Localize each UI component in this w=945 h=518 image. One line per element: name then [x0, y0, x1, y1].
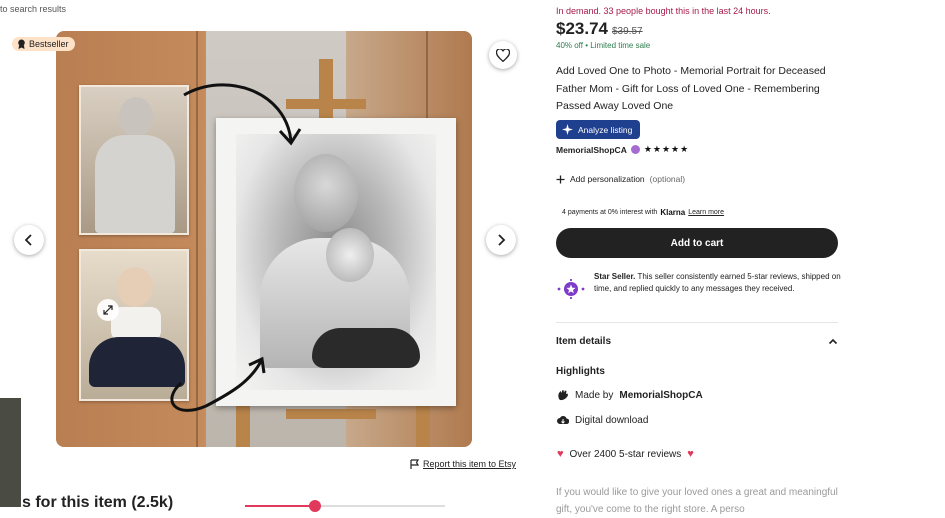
add-to-cart-button[interactable]: Add to cart — [556, 228, 838, 258]
previous-image-button[interactable] — [14, 225, 44, 255]
star-seller-icon — [557, 279, 585, 299]
next-image-button[interactable] — [486, 225, 516, 255]
personalization-optional: (optional) — [649, 174, 686, 184]
analyze-listing-label: Analyze listing — [578, 124, 633, 135]
klarna-logo: Klarna — [660, 208, 686, 217]
demand-notice: In demand. 33 people bought this in the … — [556, 6, 771, 16]
main-product-image[interactable] — [56, 31, 472, 447]
plus-icon — [556, 175, 565, 183]
klarna-learn-more-link[interactable]: Learn more — [688, 209, 724, 216]
video-thumbnail-edge — [0, 398, 21, 507]
chevron-up-icon — [828, 338, 838, 345]
expand-icon — [103, 305, 113, 315]
item-details-toggle[interactable]: Item details — [556, 336, 838, 347]
klarna-payments-note: 4 payments at 0% interest with Klarna Le… — [562, 208, 724, 217]
sparkle-icon — [562, 124, 573, 135]
hand-wave-icon — [558, 390, 568, 401]
product-title: Add Loved One to Photo - Memorial Portra… — [556, 65, 826, 112]
digital-download-row: Digital download — [557, 415, 648, 426]
rating-bar-knob[interactable] — [309, 500, 321, 512]
item-details-heading: Item details — [556, 336, 612, 347]
heart-icon: ♥ — [687, 448, 694, 460]
favorite-button[interactable] — [489, 41, 517, 69]
heart-outline-icon — [496, 48, 510, 62]
back-to-search-link[interactable]: to search results — [0, 4, 66, 14]
star-seller-title: Star Seller. — [594, 272, 636, 281]
original-price: $39.57 — [612, 26, 643, 37]
chevron-right-icon — [498, 234, 506, 246]
award-icon — [18, 39, 25, 49]
digital-download-label: Digital download — [575, 415, 649, 426]
reviews-heading: s for this item (2.5k) — [22, 494, 174, 511]
description-preview: If you would like to give your loved one… — [556, 487, 838, 515]
sale-price: $23.74 — [556, 19, 608, 38]
five-star-reviews-label: Over 2400 5-star reviews — [569, 448, 682, 460]
cloud-download-icon — [557, 416, 569, 424]
klarna-text: 4 payments at 0% interest with — [562, 209, 658, 216]
bestseller-label: Bestseller — [29, 39, 69, 49]
chevron-left-icon — [24, 234, 32, 246]
made-by-prefix: Made by — [575, 389, 614, 401]
shop-name-link[interactable]: MemorialShopCA — [556, 145, 627, 155]
analyze-listing-button[interactable]: Analyze listing — [556, 120, 641, 139]
curved-arrows-icon — [170, 83, 302, 412]
personalization-label: Add personalization — [570, 174, 645, 184]
five-star-reviews-row: ♥ Over 2400 5-star reviews ♥ — [557, 448, 694, 460]
report-item-link[interactable]: Report this item to Etsy — [410, 459, 516, 469]
made-by-shop[interactable]: MemorialShopCA — [619, 390, 702, 401]
section-divider — [556, 322, 838, 323]
star-seller-badge-icon — [630, 145, 640, 154]
bestseller-badge: Bestseller — [12, 37, 75, 51]
heart-icon: ♥ — [557, 448, 564, 460]
report-item-label: Report this item to Etsy — [423, 459, 517, 469]
add-personalization-button[interactable]: Add personalization (optional) — [556, 174, 685, 184]
flag-icon — [410, 459, 419, 469]
star-seller-description: Star Seller. This seller consistently ea… — [594, 271, 844, 295]
price-row: $23.74 $39.57 — [556, 19, 643, 39]
made-by-row: Made by MemorialShopCA — [557, 389, 703, 401]
expand-image-button[interactable] — [97, 299, 119, 321]
rating-stars[interactable]: ★★★★★ — [644, 144, 689, 155]
discount-label: 40% off • Limited time sale — [556, 41, 651, 50]
highlights-heading: Highlights — [556, 366, 605, 377]
shop-info-row: MemorialShopCA ★★★★★ — [556, 144, 689, 155]
